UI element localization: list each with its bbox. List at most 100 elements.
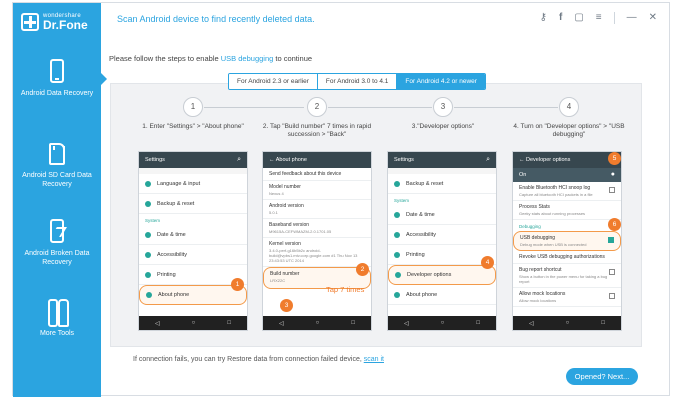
phone-section: System xyxy=(394,198,410,203)
phone-item-usb-debugging: USB debugging Debug mode when USB is conn… xyxy=(513,231,621,251)
step-3: 3 3."Developer options" xyxy=(382,97,504,131)
step-number: 3 xyxy=(433,97,453,117)
scan-it-link[interactable]: scan it xyxy=(364,356,384,363)
settings-icon xyxy=(394,251,400,258)
step-text: 3."Developer options" xyxy=(411,123,475,130)
window-controls: ⚷ f ▢ ≡ — ✕ xyxy=(540,12,657,24)
tab-android-2-3[interactable]: For Android 2.3 or earlier xyxy=(229,74,318,89)
phone-item: Revoke USB debugging authorizations xyxy=(513,251,621,264)
sidebar-item-label: Android SD Card Data Recovery xyxy=(22,172,92,188)
tap-instruction: Tap 7 times xyxy=(326,285,365,294)
broken-phone-icon xyxy=(50,219,64,243)
header-title: Scan Android device to find recently del… xyxy=(117,14,315,24)
phone-row: Date & time xyxy=(388,205,496,225)
key-icon[interactable]: ⚷ xyxy=(540,12,547,24)
tab-android-3-0[interactable]: For Android 3.0 to 4.1 xyxy=(317,74,398,89)
menu-icon[interactable]: ≡ xyxy=(596,12,602,24)
phone-row: Accessibility xyxy=(388,225,496,245)
settings-icon xyxy=(394,180,400,187)
sidebar: wondershare Dr.Fone Android Data Recover… xyxy=(13,3,107,397)
search-icon: ⌕ xyxy=(237,156,241,163)
phone-item: Kernel version 3.4.0-perf-g16b5b2c androi… xyxy=(263,238,371,267)
step-text: 1. Enter "Settings" > "About phone" xyxy=(142,123,244,130)
recents-icon: □ xyxy=(227,320,231,326)
logo-product: Dr.Fone xyxy=(43,18,88,32)
close-icon[interactable]: ✕ xyxy=(649,12,657,24)
step-badge: 2 xyxy=(356,263,369,276)
settings-icon xyxy=(145,271,151,278)
phone-title: Settings xyxy=(394,157,414,163)
back-icon: ◁ xyxy=(529,320,534,327)
step-number: 4 xyxy=(559,97,579,117)
minimize-icon[interactable]: — xyxy=(627,12,637,24)
recents-icon: □ xyxy=(476,320,480,326)
phone-item: Bug report shortcut Show a button in the … xyxy=(513,264,621,288)
back-icon: ◁ xyxy=(404,320,409,327)
phone-nav-bar: ◁ ○ □ xyxy=(139,316,247,330)
sidebar-item-android-data-recovery[interactable]: Android Data Recovery xyxy=(13,59,107,98)
home-icon: ○ xyxy=(315,320,320,326)
phone-row-highlighted: Developer options xyxy=(388,265,496,285)
phone-title: About phone xyxy=(275,157,307,163)
checkbox xyxy=(609,187,615,193)
settings-icon xyxy=(146,292,152,298)
facebook-icon[interactable]: f xyxy=(559,12,562,24)
settings-icon xyxy=(145,231,151,238)
checkbox xyxy=(609,293,615,299)
sidebar-item-broken-data-recovery[interactable]: Android Broken Data Recovery xyxy=(13,219,101,267)
step-text: 4. Turn on "Developer options" > "USB de… xyxy=(513,123,625,138)
settings-icon xyxy=(145,200,151,207)
phone-row: Backup & reset xyxy=(388,174,496,194)
phone-screenshot-usb-debugging: ← Developer options On ● Enable Bluetooth… xyxy=(512,151,622,331)
phone-row: Printing xyxy=(388,245,496,265)
step-2: 2 2. Tap "Build number" 7 times in rapid… xyxy=(256,97,378,139)
tab-android-4-2[interactable]: For Android 4.2 or newer xyxy=(397,74,485,89)
step-text: 2. Tap "Build number" 7 times in rapid s… xyxy=(262,123,372,138)
phone-item: Send feedback about this device xyxy=(263,168,371,181)
settings-icon xyxy=(145,251,151,258)
phone-section: System xyxy=(145,218,161,223)
phone-row: About phone xyxy=(388,285,496,305)
phone-row-highlighted: About phone xyxy=(139,285,247,305)
app-logo: wondershare Dr.Fone xyxy=(21,9,88,35)
sidebar-item-label: More Tools xyxy=(39,330,75,337)
phone-screenshot-about: ← About phone Send feedback about this d… xyxy=(262,151,372,331)
sidebar-item-label: Android Data Recovery xyxy=(20,90,94,97)
phone-section: Debugging xyxy=(519,224,541,229)
home-icon: ○ xyxy=(191,320,196,326)
back-arrow-icon: ← xyxy=(269,157,275,163)
phone-item: Enable Bluetooth HCI snoop log Capture al… xyxy=(513,182,621,201)
home-icon: ○ xyxy=(565,320,570,326)
back-icon: ◁ xyxy=(279,320,284,327)
phone-item: Android version 5.0.1 xyxy=(263,200,371,219)
sidebar-item-more-tools[interactable]: More Tools xyxy=(13,299,101,338)
usb-debugging-link[interactable]: USB debugging xyxy=(221,54,274,63)
back-icon: ◁ xyxy=(155,320,160,327)
checkbox-checked xyxy=(608,237,614,243)
sd-card-icon xyxy=(49,143,65,165)
feedback-icon[interactable]: ▢ xyxy=(574,12,583,24)
phone-nav-bar: ◁ ○ □ xyxy=(263,316,371,330)
next-button[interactable]: Opened? Next... xyxy=(566,368,638,385)
settings-icon xyxy=(394,211,400,218)
step-badge: 4 xyxy=(481,256,494,269)
toggle-label: On xyxy=(519,172,527,178)
recents-icon: □ xyxy=(351,320,355,326)
phone-row: Date & time xyxy=(139,225,247,245)
tools-icon xyxy=(46,299,69,327)
phone-nav-bar: ◁ ○ □ xyxy=(388,316,496,330)
android-version-tabs: For Android 2.3 or earlier For Android 3… xyxy=(228,73,486,90)
footer-text: If connection fails, you can try Restore… xyxy=(133,356,364,363)
settings-icon xyxy=(145,180,151,187)
divider xyxy=(613,12,615,24)
footer-note: If connection fails, you can try Restore… xyxy=(133,356,384,363)
phone-icon xyxy=(50,59,64,83)
instruction-prefix: Please follow the steps to enable xyxy=(109,54,221,63)
step-badge: 3 xyxy=(280,299,293,312)
settings-icon xyxy=(394,291,400,298)
phone-screenshot-developer: Settings ⌕ Backup & reset System Date & t… xyxy=(387,151,497,331)
phone-screenshot-settings: Settings ⌕ Language & input Backup & rese… xyxy=(138,151,248,331)
sidebar-item-sd-card-recovery[interactable]: Android SD Card Data Recovery xyxy=(13,143,101,189)
back-arrow-icon: ← xyxy=(519,157,525,163)
step-1: 1 1. Enter "Settings" > "About phone" xyxy=(132,97,254,131)
